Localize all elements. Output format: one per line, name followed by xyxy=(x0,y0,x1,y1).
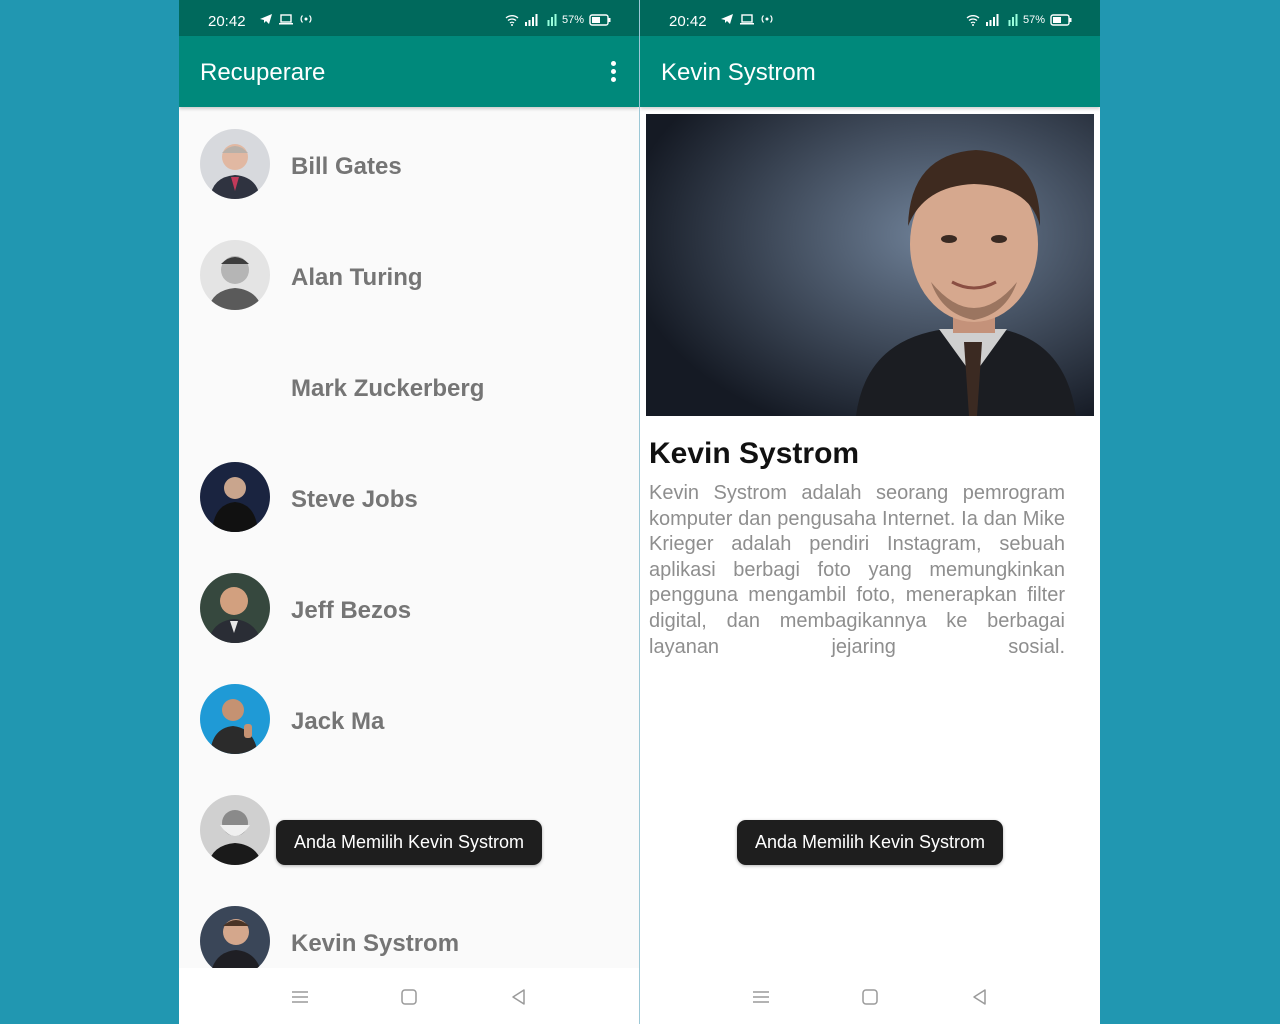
avatar-steve-jobs xyxy=(200,462,270,532)
menu-icon[interactable] xyxy=(289,986,311,1008)
list-item-mark-zuckerberg[interactable]: Mark Zuckerberg xyxy=(179,331,639,442)
wifi-icon xyxy=(505,15,519,26)
detail-description: Kevin Systrom adalah seorang pemrogram k… xyxy=(649,482,1065,658)
app-bar: Kevin Systrom xyxy=(640,36,1100,107)
home-icon[interactable] xyxy=(398,986,420,1008)
list-item-jack-ma[interactable]: Jack Ma xyxy=(179,664,639,775)
avatar-jeff-bezos xyxy=(200,573,270,643)
hotspot-icon xyxy=(300,15,312,23)
status-time: 20:42 xyxy=(669,13,707,30)
battery-percent: 57% xyxy=(561,14,584,26)
back-icon[interactable] xyxy=(508,986,530,1008)
battery-icon xyxy=(1050,14,1072,26)
avatar-bill-gates xyxy=(200,129,270,199)
toast-message: Anda Memilih Kevin Systrom xyxy=(276,820,542,865)
signal-icon xyxy=(524,14,538,26)
toast-message: Anda Memilih Kevin Systrom xyxy=(737,820,1003,865)
profile-photo xyxy=(646,114,1094,416)
list-item-name: Alan Turing xyxy=(291,264,423,291)
status-time: 20:42 xyxy=(208,13,246,30)
app-bar-title: Kevin Systrom xyxy=(661,59,816,86)
signal-icon xyxy=(985,14,999,26)
list-item-name: Kevin Systrom xyxy=(291,930,460,957)
list-item-name: Jeff Bezos xyxy=(291,597,412,624)
signal-secondary-icon xyxy=(547,14,557,26)
list-item-name: Jack Ma xyxy=(291,708,385,735)
hotspot-icon xyxy=(761,15,773,23)
status-system-icons: 57% xyxy=(505,14,611,26)
more-options-icon[interactable] xyxy=(609,61,617,85)
status-bar: 20:42 57% xyxy=(640,0,1100,36)
app-bar-title: Recuperare xyxy=(200,59,326,86)
avatar-kevin-systrom xyxy=(200,906,270,968)
list-item-name: Mark Zuckerberg xyxy=(291,375,485,402)
list-item-jeff-bezos[interactable]: Jeff Bezos xyxy=(179,553,639,664)
menu-icon[interactable] xyxy=(750,986,772,1008)
laptop-icon xyxy=(740,14,754,25)
wifi-icon xyxy=(966,15,980,26)
signal-secondary-icon xyxy=(1008,14,1018,26)
status-bar: 20:42 57% xyxy=(179,0,639,36)
status-system-icons: 57% xyxy=(966,14,1072,26)
avatar-alan-turing xyxy=(200,240,270,310)
avatar-jack-ma xyxy=(200,684,270,754)
list-item-kevin-systrom[interactable]: Kevin Systrom xyxy=(179,886,639,968)
detail-screen: 20:42 57% Kevin Systrom Kevin Systrom Ke… xyxy=(640,0,1100,1024)
home-icon[interactable] xyxy=(859,986,881,1008)
status-notification-icons xyxy=(259,13,313,25)
system-nav-bar xyxy=(640,968,1100,1024)
laptop-icon xyxy=(279,14,293,25)
detail-name: Kevin Systrom xyxy=(649,437,860,470)
system-nav-bar xyxy=(179,968,639,1024)
app-bar: Recuperare xyxy=(179,36,639,107)
list-item-name: Steve Jobs xyxy=(291,486,418,513)
telegram-icon xyxy=(260,14,272,24)
list-screen: 20:42 57% Recuperare Bill Gates Alan Tur… xyxy=(179,0,639,1024)
telegram-icon xyxy=(721,14,733,24)
list-item-name: Bill Gates xyxy=(291,153,402,180)
battery-icon xyxy=(589,14,611,26)
list-item-steve-jobs[interactable]: Steve Jobs xyxy=(179,442,639,553)
status-notification-icons xyxy=(720,13,774,25)
list-item-bill-gates[interactable]: Bill Gates xyxy=(179,109,639,220)
battery-percent: 57% xyxy=(1022,14,1045,26)
avatar-elder-portrait xyxy=(200,795,270,865)
list-item-alan-turing[interactable]: Alan Turing xyxy=(179,220,639,331)
back-icon[interactable] xyxy=(969,986,991,1008)
